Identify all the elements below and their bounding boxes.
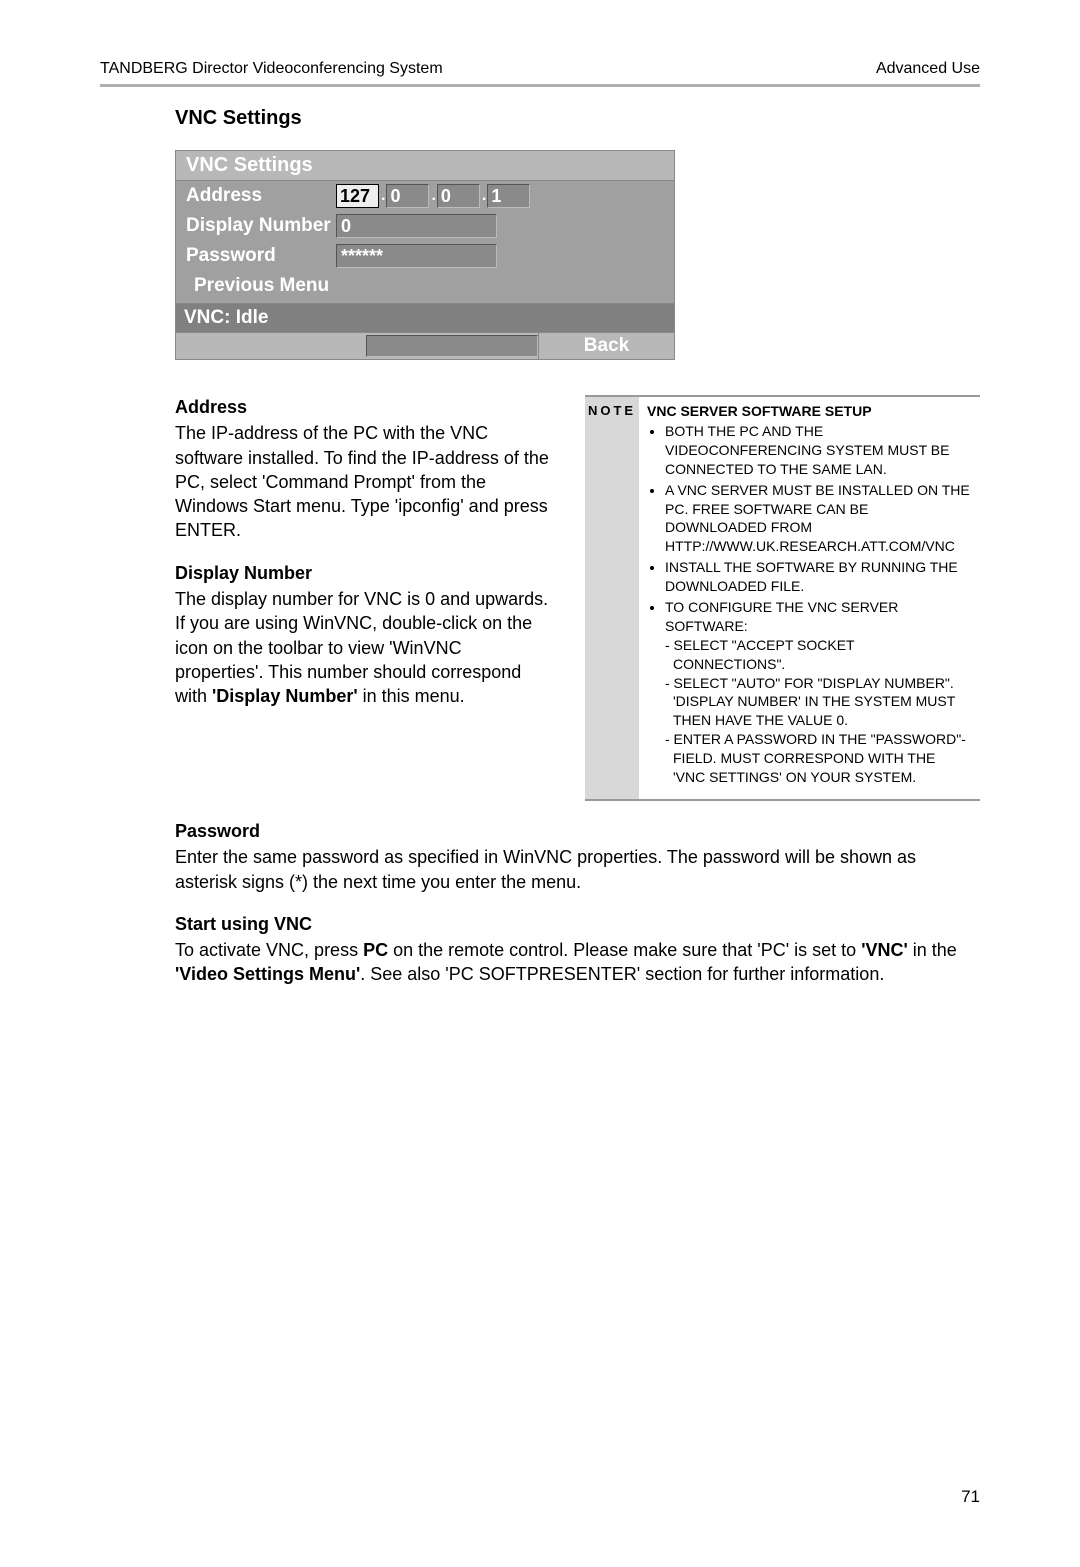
label-address: Address xyxy=(186,185,336,207)
heading-display-number: Display Number xyxy=(175,561,555,585)
row-display-number: Display Number 0 xyxy=(176,211,674,241)
label-display-number: Display Number xyxy=(186,215,336,237)
page-header: TANDBERG Director Videoconferencing Syst… xyxy=(100,60,980,87)
ip-octet-4[interactable]: 1 xyxy=(487,184,530,208)
row-password: Password ****** xyxy=(176,241,674,271)
header-left: TANDBERG Director Videoconferencing Syst… xyxy=(100,60,443,78)
note-item: BOTH THE PC AND THE VIDEOCONFERENCING SY… xyxy=(665,422,970,479)
text-start-vnc: To activate VNC, press PC on the remote … xyxy=(175,938,980,987)
ip-octet-2[interactable]: 0 xyxy=(386,184,429,208)
vnc-settings-panel: VNC Settings Address 127 . 0 . 0 . 1 Dis… xyxy=(175,150,675,360)
page-number: 71 xyxy=(100,1487,980,1507)
previous-menu-item[interactable]: Previous Menu xyxy=(176,271,674,303)
note-label: NOTE xyxy=(585,397,639,799)
text-address: The IP-address of the PC with the VNC so… xyxy=(175,421,555,542)
note-item: TO CONFIGURE THE VNC SERVER SOFTWARE: - … xyxy=(665,598,970,787)
note-title: VNC SERVER SOFTWARE SETUP xyxy=(647,403,872,419)
note-item: INSTALL THE SOFTWARE BY RUNNING THE DOWN… xyxy=(665,558,970,596)
note-box: NOTE VNC SERVER SOFTWARE SETUP BOTH THE … xyxy=(585,395,980,801)
heading-password: Password xyxy=(175,819,980,843)
heading-start-vnc: Start using VNC xyxy=(175,912,980,936)
row-address: Address 127 . 0 . 0 . 1 xyxy=(176,181,674,211)
note-item: A VNC SERVER MUST BE INSTALLED ON THE PC… xyxy=(665,481,970,557)
note-list: BOTH THE PC AND THE VIDEOCONFERENCING SY… xyxy=(647,422,970,787)
ip-octet-1[interactable]: 127 xyxy=(336,184,379,208)
panel-title: VNC Settings xyxy=(175,150,675,181)
back-button[interactable]: Back xyxy=(538,333,674,359)
status-bar: VNC: Idle xyxy=(175,304,675,333)
display-number-field[interactable]: 0 xyxy=(336,214,497,238)
password-field[interactable]: ****** xyxy=(336,244,497,268)
header-right: Advanced Use xyxy=(876,60,980,78)
text-password: Enter the same password as specified in … xyxy=(175,845,980,894)
ip-octet-3[interactable]: 0 xyxy=(437,184,480,208)
label-password: Password xyxy=(186,245,336,267)
section-title: VNC Settings xyxy=(175,107,980,130)
bottom-field[interactable] xyxy=(366,335,538,357)
heading-address: Address xyxy=(175,395,555,419)
text-display-number: The display number for VNC is 0 and upwa… xyxy=(175,587,555,708)
bottom-bar: Back xyxy=(175,333,675,360)
